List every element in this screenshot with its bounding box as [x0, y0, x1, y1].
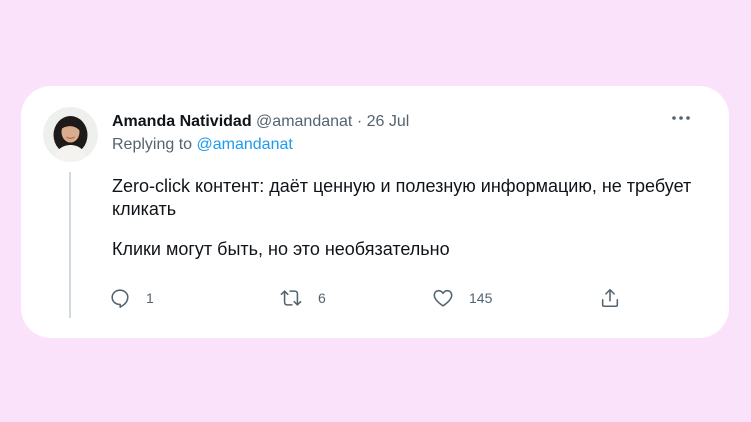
reply-icon: [111, 289, 129, 308]
author-handle[interactable]: @amandanat: [256, 113, 352, 130]
heart-icon: [433, 289, 453, 307]
more-icon: [672, 116, 690, 120]
tweet-paragraph: Zero-click контент: даёт ценную и полезн…: [112, 176, 692, 219]
tweet-text: Zero-click контент: даёт ценную и полезн…: [112, 175, 692, 261]
like-count: 145: [469, 290, 493, 306]
share-icon: [601, 288, 619, 308]
author-name[interactable]: Amanda Natividad: [112, 113, 252, 130]
replying-prefix: Replying to: [112, 136, 193, 153]
avatar-image: [43, 107, 98, 162]
tweet-actions: 1 6 145: [109, 285, 619, 311]
replying-to: Replying to @amandanat: [112, 135, 293, 155]
thread-line: [69, 172, 71, 318]
retweet-icon: [280, 290, 302, 306]
retweet-button[interactable]: 6: [279, 285, 326, 311]
retweet-count: 6: [318, 290, 326, 306]
tweet-header: Amanda Natividad @amandanat · 26 Jul: [112, 112, 409, 132]
reply-count: 1: [146, 290, 154, 306]
avatar[interactable]: [43, 107, 98, 162]
tweet-paragraph: Клики могут быть, но это необязательно: [112, 239, 450, 259]
tweet-date[interactable]: 26 Jul: [367, 113, 410, 130]
more-button[interactable]: [667, 106, 695, 130]
like-button[interactable]: 145: [432, 285, 492, 311]
share-button[interactable]: [599, 285, 621, 311]
meta-separator: ·: [356, 113, 363, 130]
reply-button[interactable]: 1: [109, 285, 154, 311]
tweet-card: Amanda Natividad @amandanat · 26 Jul Rep…: [21, 86, 729, 338]
replying-mention[interactable]: @amandanat: [197, 136, 293, 153]
